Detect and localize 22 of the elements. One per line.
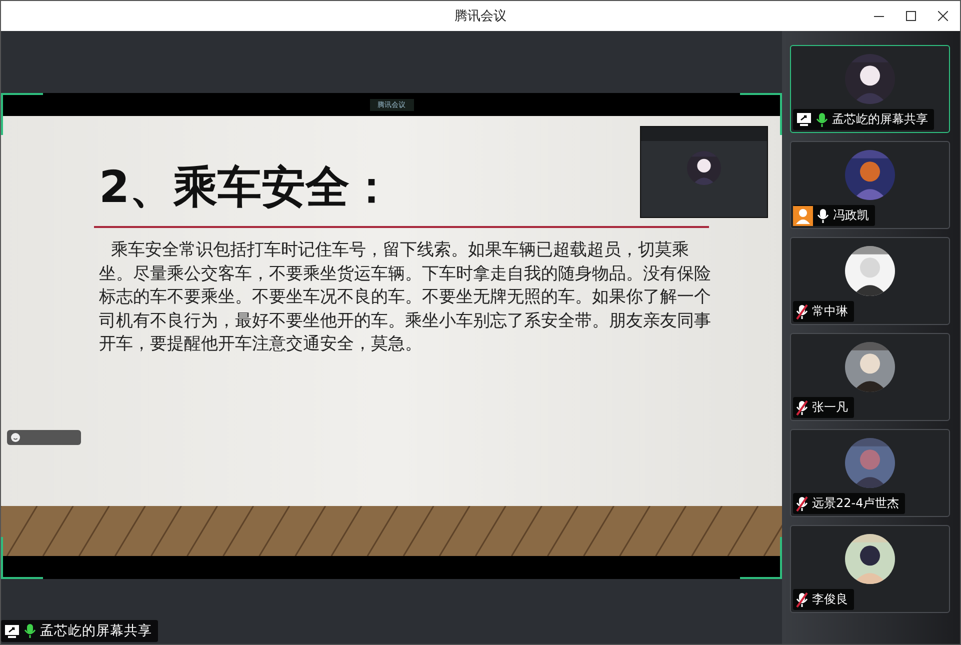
maximize-icon [906,11,916,21]
participant-tile[interactable]: 冯政凯 [790,141,950,229]
close-icon [938,11,948,21]
participant-tile[interactable]: 常中琳 [790,237,950,325]
participant-tile[interactable]: 孟芯屹的屏幕共享 [790,45,950,133]
window-title: 腾讯会议 [454,8,506,25]
presenter-name: 孟芯屹的屏幕共享 [40,622,152,640]
participant-name: 远景22-4卢世杰 [812,495,900,512]
frame-corner [1,537,43,579]
slide-text: 乘车安全常识包括打车时记住车号，留下线索。如果车辆已超载超员，切莫乘坐。尽量乘公交客车，不要乘坐货运车辆。下车时拿走自我的随身物品。没有保险标志的车不要乘坐。不要坐车况不良的车。不要坐无牌无照的车。如果你了解一个司机有不良行为，最好不要坐他开的车。乘坐小车别忘了系安全带。朋友亲友同事开车，要提醒他开车注意交通安全，莫急。 [99,238,711,355]
chat-bar[interactable] [7,430,81,445]
participant-tile[interactable]: 远景22-4卢世杰 [790,429,950,517]
participant-name: 李俊良 [812,591,848,608]
participant-tile[interactable]: 张一凡 [790,333,950,421]
participant-name: 常中琳 [812,303,848,320]
frame-corner [1,93,43,135]
emoji-icon [11,433,20,442]
participant-name: 孟芯屹的屏幕共享 [832,111,928,128]
participant-name: 张一凡 [812,399,848,416]
participant-tile[interactable]: 李俊良 [790,525,950,613]
slide-title: 2、乘车安全： [99,166,394,210]
participant-name: 冯政凯 [833,207,869,224]
